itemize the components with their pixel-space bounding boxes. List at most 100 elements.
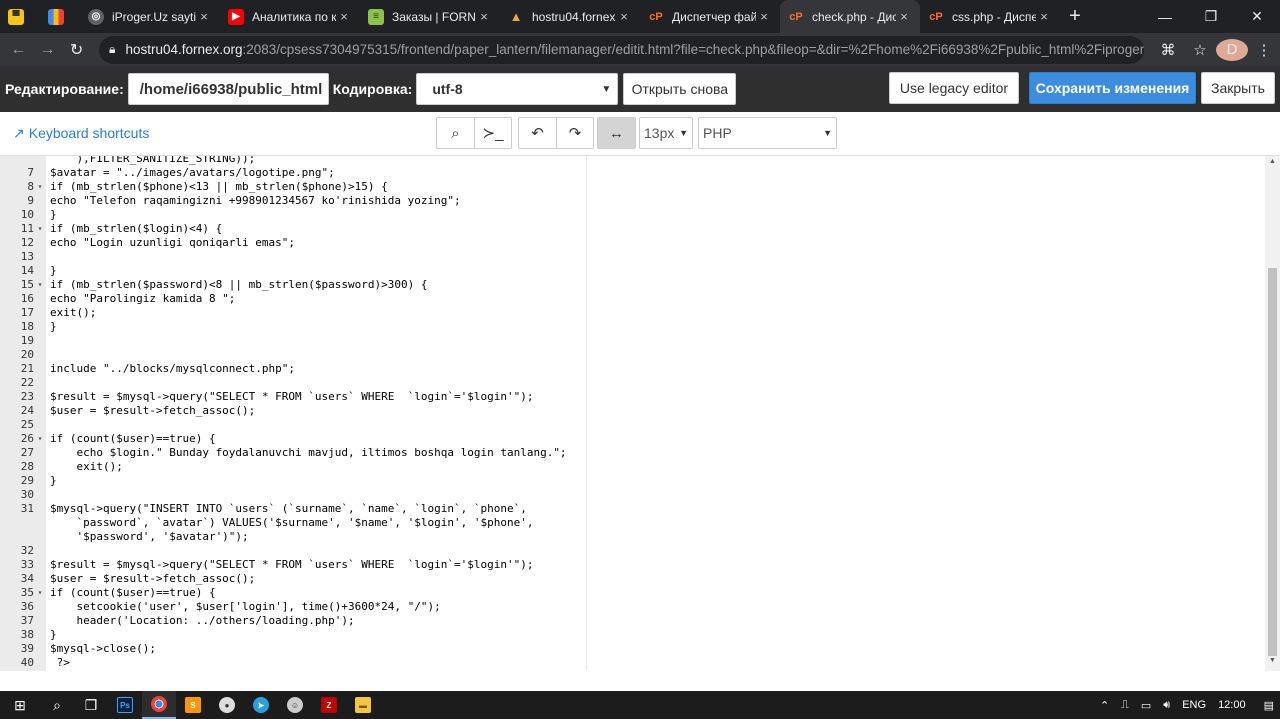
code-line[interactable]: 32	[0, 544, 1262, 558]
code-line[interactable]: 12 echo "Login uzunligi qoniqarli emas";	[0, 236, 1262, 250]
terminal-icon[interactable]: ≻_	[474, 118, 511, 148]
search-icon[interactable]: ⌕	[437, 118, 474, 148]
close-icon[interactable]: ×	[756, 9, 772, 24]
close-icon[interactable]: ×	[336, 9, 352, 24]
code-line[interactable]: 40 ?>	[0, 656, 1262, 670]
code-line[interactable]: ),FILTER_SANITIZE_STRING));	[0, 156, 1262, 166]
scroll-up-icon[interactable]: ▲	[1265, 158, 1280, 170]
code-line[interactable]: 15 ▾ if (mb_strlen($password)<8 || mb_strl…	[0, 278, 1262, 292]
tab-css-php[interactable]: cP css.php - Диспе ×	[920, 0, 1060, 33]
code-line[interactable]: 18}	[0, 320, 1262, 334]
code-line[interactable]: 37 header('Location: ../others/loading.p…	[0, 614, 1262, 628]
wrap-toggle-icon[interactable]: ↔	[598, 118, 635, 148]
code-line[interactable]: 7 $avatar = "../images/avatars/logotipe.p…	[0, 166, 1262, 180]
clock[interactable]: 12:00	[1212, 699, 1252, 711]
fold-toggle-icon[interactable]: ▾	[34, 432, 46, 446]
code-line[interactable]: 39 $mysql->close();	[0, 642, 1262, 656]
code-line[interactable]: '$password', '$avatar')");	[0, 530, 1262, 544]
back-icon[interactable]: ←	[4, 35, 33, 65]
code-line[interactable]: `password`, `avatar`) VALUES('$surname',…	[0, 516, 1262, 530]
close-button[interactable]: Закрыть	[1201, 72, 1275, 104]
code-line[interactable]: 26 ▾ if (count($user)==true) {	[0, 432, 1262, 446]
fold-toggle-icon[interactable]: ▾	[34, 222, 46, 236]
search-icon[interactable]: ⌕	[40, 691, 74, 719]
tab-pinned-2[interactable]	[40, 0, 80, 33]
task-view-icon[interactable]: ❐	[74, 691, 108, 719]
forward-icon[interactable]: →	[33, 35, 62, 65]
tab-check-php[interactable]: cP check.php - Дис ×	[780, 0, 920, 33]
code-line[interactable]: 14}	[0, 264, 1262, 278]
code-line[interactable]: 20	[0, 348, 1262, 362]
tab-youtube[interactable]: ▶ Аналитика по к ×	[220, 0, 360, 33]
code-line[interactable]: 36 setcookie('user', $user['login'], tim…	[0, 600, 1262, 614]
close-window-icon[interactable]: ✕	[1234, 0, 1280, 33]
vertical-scrollbar[interactable]: ▲ ▼	[1265, 156, 1280, 671]
code-line[interactable]: 11 ▾ if (mb_strlen($login)<4) {	[0, 222, 1262, 236]
code-line[interactable]: 35 ▾ if (count($user)==true) {	[0, 586, 1262, 600]
font-size-select[interactable]: 13px ▼	[639, 117, 693, 149]
encoding-select[interactable]: utf-8 ▼	[416, 73, 619, 105]
code-line[interactable]: 13	[0, 250, 1262, 264]
code-line[interactable]: 9 echo "Telefon raqamingizni +99890123456…	[0, 194, 1262, 208]
address-bar[interactable]: 🔒︎ hostru04.fornex.org :2083/cpsess73049…	[99, 35, 1145, 64]
telegram-icon[interactable]: ➤	[244, 691, 278, 719]
undo-icon[interactable]: ↶	[519, 118, 556, 148]
code-line[interactable]: 17 exit();	[0, 306, 1262, 320]
minimize-icon[interactable]: —	[1142, 0, 1188, 33]
chrome-icon[interactable]	[142, 691, 176, 719]
code-line[interactable]: 21 include "../blocks/mysqlconnect.php";	[0, 362, 1262, 376]
code-line[interactable]: 23 $result = $mysql->query("SELECT * FROM…	[0, 390, 1262, 404]
close-icon[interactable]: ×	[616, 9, 632, 24]
filezilla-icon[interactable]: Z	[312, 691, 346, 719]
new-tab-button[interactable]: +	[1060, 0, 1090, 33]
tab-file-manager[interactable]: cP Диспетчер фай ×	[640, 0, 780, 33]
code-line[interactable]: 24 $user = $result->fetch_assoc();	[0, 404, 1262, 418]
fold-toggle-icon[interactable]: ▾	[34, 586, 46, 600]
reload-icon[interactable]: ↻	[62, 35, 91, 65]
fold-toggle-icon[interactable]: ▾	[34, 180, 46, 194]
sublime-icon[interactable]: S	[176, 691, 210, 719]
legacy-editor-button[interactable]: Use legacy editor	[889, 72, 1019, 104]
code-line[interactable]: 30	[0, 488, 1262, 502]
scroll-down-icon[interactable]: ▼	[1265, 657, 1280, 669]
maximize-icon[interactable]: ❐	[1188, 0, 1234, 33]
code-line[interactable]: 8 ▾ if (mb_strlen($phone)<13 || mb_strlen(…	[0, 180, 1262, 194]
profile-avatar[interactable]: D	[1216, 38, 1249, 61]
photoshop-icon[interactable]: Ps	[108, 691, 142, 719]
code-line[interactable]: 16 echo "Parolingiz kamida 8 ";	[0, 292, 1262, 306]
tab-hostru04[interactable]: ▲ hostru04.fornex ×	[500, 0, 640, 33]
close-icon[interactable]: ×	[476, 9, 492, 24]
file-path-field[interactable]: /home/i66938/public_html	[127, 73, 329, 105]
close-icon[interactable]: ×	[196, 9, 212, 24]
language-indicator[interactable]: ENG	[1176, 699, 1212, 711]
volume-icon[interactable]: 🔊︎	[1157, 699, 1176, 712]
scroll-thumb[interactable]	[1268, 268, 1277, 656]
code-line[interactable]: 19	[0, 334, 1262, 348]
code-line[interactable]: 10}	[0, 208, 1262, 222]
reopen-button[interactable]: Открыть снова	[623, 73, 737, 105]
code-line[interactable]: 29}	[0, 474, 1262, 488]
network-icon[interactable]: ⎍	[1115, 699, 1135, 712]
translate-icon[interactable]: ⌘	[1152, 41, 1184, 59]
code-line[interactable]: 27 echo $login." Bunday foydalanuvchi ma…	[0, 446, 1262, 460]
bookmark-star-icon[interactable]: ☆	[1184, 41, 1216, 59]
code-line[interactable]: 25	[0, 418, 1262, 432]
code-line[interactable]: 28 exit();	[0, 460, 1262, 474]
notifications-icon[interactable]: ▤	[1252, 699, 1280, 712]
redo-icon[interactable]: ↷	[556, 118, 593, 148]
windows-start-icon[interactable]: ⊞	[0, 691, 40, 719]
keyboard-shortcuts-link[interactable]: ↗ Keyboard shortcuts	[13, 125, 149, 142]
tab-iproger[interactable]: ◎ iProger.Uz sayti ×	[80, 0, 220, 33]
obs-icon[interactable]: ●	[210, 691, 244, 719]
menu-dots-icon[interactable]: ⋮	[1248, 41, 1280, 59]
folder-icon[interactable]: ▬	[346, 691, 380, 719]
save-changes-button[interactable]: Сохранить изменения	[1029, 72, 1196, 104]
chevron-up-icon[interactable]: ⌃	[1094, 699, 1115, 712]
code-line[interactable]: 38}	[0, 628, 1262, 642]
tab-pinned-1[interactable]: ▀	[0, 0, 40, 33]
battery-icon[interactable]: ▭	[1135, 699, 1157, 712]
discord-icon[interactable]: ☺	[278, 691, 312, 719]
code-line[interactable]: 33 $result = $mysql->query("SELECT * FROM…	[0, 558, 1262, 572]
code-line[interactable]: 34 $user = $result->fetch_assoc();	[0, 572, 1262, 586]
close-icon[interactable]: ×	[896, 9, 912, 24]
